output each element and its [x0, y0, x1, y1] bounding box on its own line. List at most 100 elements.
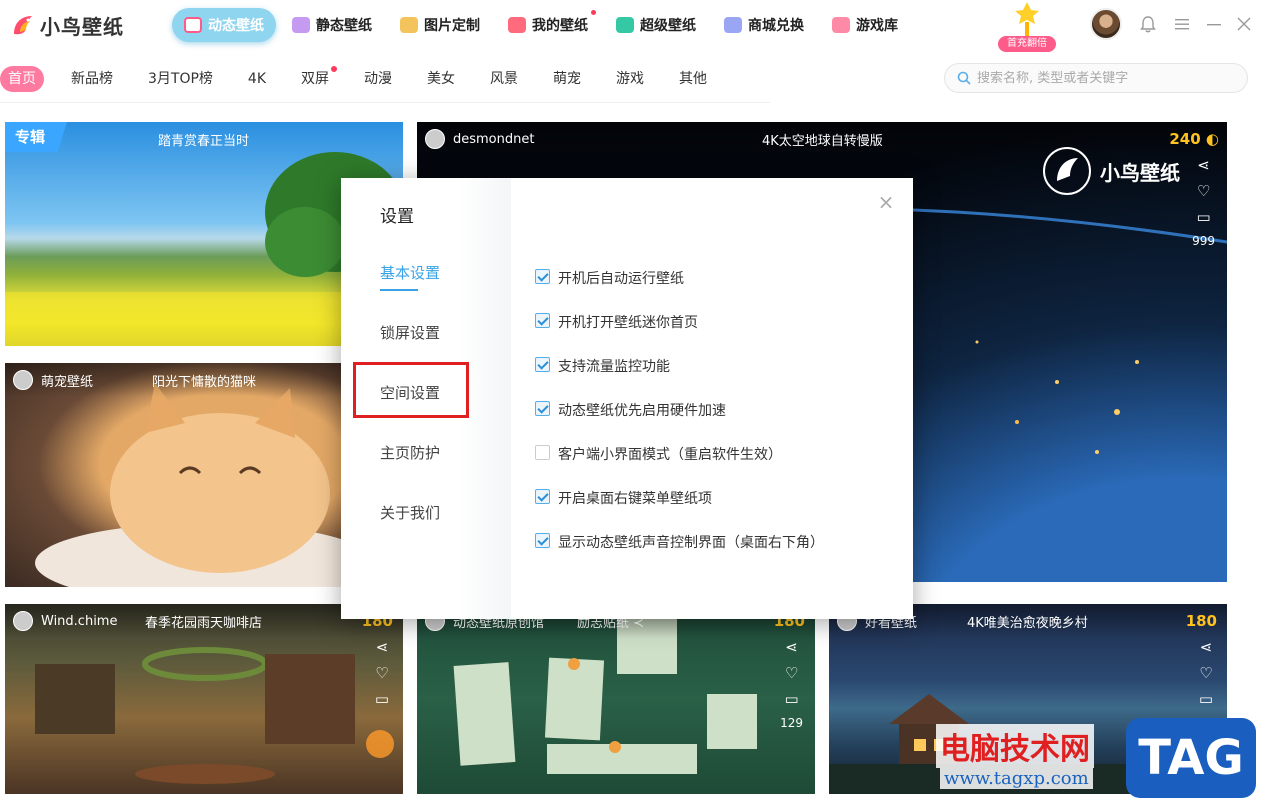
comment-icon[interactable]: ▭ — [1197, 690, 1215, 708]
nav-item-label: 我的壁纸 — [532, 18, 588, 34]
settings-menu-item-0[interactable]: 基本设置 — [380, 262, 440, 322]
author-name[interactable]: Wind.chime — [41, 614, 117, 629]
nav-item-1[interactable]: 静态壁纸 — [280, 8, 384, 42]
menu-icon[interactable] — [1172, 14, 1192, 34]
album-tag: 专辑 — [5, 122, 67, 152]
heart-icon[interactable]: ♡ — [373, 664, 391, 682]
author-avatar[interactable] — [13, 370, 33, 390]
category-tab-10[interactable]: 其他 — [671, 66, 715, 92]
promo-banner[interactable]: 首充翻倍 — [992, 0, 1062, 52]
app-name: 小鸟壁纸 — [40, 14, 124, 39]
settings-menu-item-3[interactable]: 主页防护 — [380, 442, 440, 502]
option-label: 开机打开壁纸迷你首页 — [558, 315, 698, 331]
card-price: 180 — [1186, 612, 1217, 630]
nav-item-label: 游戏库 — [856, 18, 898, 34]
author-avatar[interactable] — [13, 611, 33, 631]
checkbox[interactable] — [535, 357, 550, 372]
checkbox[interactable] — [535, 533, 550, 548]
nav-item-2[interactable]: 图片定制 — [388, 8, 492, 42]
settings-menu-item-4[interactable]: 关于我们 — [380, 502, 440, 562]
nav-item-label: 图片定制 — [424, 18, 480, 34]
comment-count: 999 — [1192, 234, 1215, 248]
play-icon — [184, 17, 202, 33]
coin-icon: ◐ — [1205, 130, 1219, 148]
option-label: 开机后自动运行壁纸 — [558, 271, 684, 287]
highlight-annotation — [353, 362, 469, 418]
share-icon[interactable]: ⋖ — [783, 638, 801, 656]
watermark-text: 电脑技术网 — [936, 724, 1094, 768]
wallpaper-card-motivation[interactable]: 动态壁纸原创馆 励志贴纸 ≺ 180 ⋖ ♡ ▭ 129 — [417, 604, 815, 794]
category-tab-0[interactable]: 首页 — [0, 66, 44, 92]
user-icon — [508, 17, 526, 33]
close-icon[interactable] — [1234, 14, 1254, 34]
card-actions: ⋖ ♡ ▭ 999 — [1192, 156, 1215, 248]
author-name[interactable]: desmondnet — [453, 132, 534, 147]
checkbox[interactable] — [535, 269, 550, 284]
notification-dot — [331, 66, 338, 72]
category-tab-7[interactable]: 风景 — [482, 66, 526, 92]
category-tab-8[interactable]: 萌宠 — [545, 66, 589, 92]
promo-badge: 首充翻倍 — [998, 36, 1056, 52]
comment-icon[interactable]: ▭ — [373, 690, 391, 708]
nav-item-label: 静态壁纸 — [316, 18, 372, 34]
nav-item-5[interactable]: 商城兑换 — [712, 8, 816, 42]
notification-dot — [591, 10, 596, 15]
brand-bird-icon — [1043, 147, 1091, 195]
wallpaper-card-cafe[interactable]: Wind.chime 春季花园雨天咖啡店 180 ⋖ ♡ ▭ — [5, 604, 403, 794]
checkbox[interactable] — [535, 445, 550, 460]
comment-icon[interactable]: ▭ — [1195, 208, 1213, 226]
shop-icon — [724, 17, 742, 33]
category-tab-6[interactable]: 美女 — [419, 66, 463, 92]
settings-option-3[interactable]: 动态壁纸优先启用硬件加速 — [535, 400, 824, 444]
checkbox[interactable] — [535, 401, 550, 416]
checkbox[interactable] — [535, 489, 550, 504]
option-label: 显示动态壁纸声音控制界面（桌面右下角） — [558, 535, 824, 551]
main-nav: 动态壁纸 静态壁纸 图片定制 我的壁纸 超级壁纸 商城兑换 游戏库 — [172, 8, 914, 42]
category-divider — [0, 102, 770, 103]
nav-item-4[interactable]: 超级壁纸 — [604, 8, 708, 42]
category-tab-4[interactable]: 双屏 — [293, 66, 338, 92]
nav-item-3[interactable]: 我的壁纸 — [496, 8, 600, 42]
share-icon[interactable]: ⋖ — [1195, 156, 1213, 174]
author-name[interactable]: 萌宠壁纸 — [41, 371, 93, 390]
brand-watermark: 小鸟壁纸 — [1042, 146, 1180, 196]
bell-icon[interactable] — [1138, 14, 1158, 34]
card-actions: ⋖ ♡ ▭ — [1197, 638, 1215, 708]
diy-icon — [400, 17, 418, 33]
settings-option-6[interactable]: 显示动态壁纸声音控制界面（桌面右下角） — [535, 532, 824, 576]
user-avatar[interactable] — [1090, 8, 1122, 40]
card-title: 4K太空地球自转慢版 — [762, 134, 883, 149]
category-tab-3[interactable]: 4K — [240, 66, 274, 92]
heart-icon[interactable]: ♡ — [783, 664, 801, 682]
wand-icon — [1015, 2, 1039, 36]
heart-icon[interactable]: ♡ — [1195, 182, 1213, 200]
settings-option-2[interactable]: 支持流量监控功能 — [535, 356, 824, 400]
app-logo[interactable]: 小鸟壁纸 — [10, 10, 124, 40]
settings-option-1[interactable]: 开机打开壁纸迷你首页 — [535, 312, 824, 356]
watermark-url: www.tagxp.com — [940, 768, 1093, 789]
minimize-icon[interactable] — [1204, 14, 1224, 34]
checkbox[interactable] — [535, 313, 550, 328]
search-box[interactable] — [944, 63, 1248, 93]
category-tab-1[interactable]: 新品榜 — [63, 66, 121, 92]
category-tab-9[interactable]: 游戏 — [608, 66, 652, 92]
settings-option-0[interactable]: 开机后自动运行壁纸 — [535, 268, 824, 312]
category-tab-5[interactable]: 动漫 — [356, 66, 400, 92]
dialog-close-icon[interactable]: × — [876, 192, 896, 212]
card-title: 阳光下慵散的猫咪 — [152, 375, 257, 390]
top-bar: 小鸟壁纸 动态壁纸 静态壁纸 图片定制 我的壁纸 超级壁纸 商城兑换 游戏库 首充翻倍 — [0, 0, 1261, 52]
category-tab-2[interactable]: 3月TOP榜 — [140, 66, 221, 92]
comment-icon[interactable]: ▭ — [783, 690, 801, 708]
nav-item-6[interactable]: 游戏库 — [820, 8, 910, 42]
search-input[interactable] — [977, 70, 1237, 86]
option-label: 支持流量监控功能 — [558, 359, 670, 375]
author-avatar[interactable] — [425, 129, 445, 149]
image-icon — [292, 17, 310, 33]
settings-option-4[interactable]: 客户端小界面模式（重启软件生效） — [535, 444, 824, 488]
share-icon[interactable]: ⋖ — [1197, 638, 1215, 656]
share-icon[interactable]: ⋖ — [373, 638, 391, 656]
search-icon — [957, 71, 971, 85]
heart-icon[interactable]: ♡ — [1197, 664, 1215, 682]
settings-option-5[interactable]: 开启桌面右键菜单壁纸项 — [535, 488, 824, 532]
nav-item-0[interactable]: 动态壁纸 — [172, 8, 276, 42]
